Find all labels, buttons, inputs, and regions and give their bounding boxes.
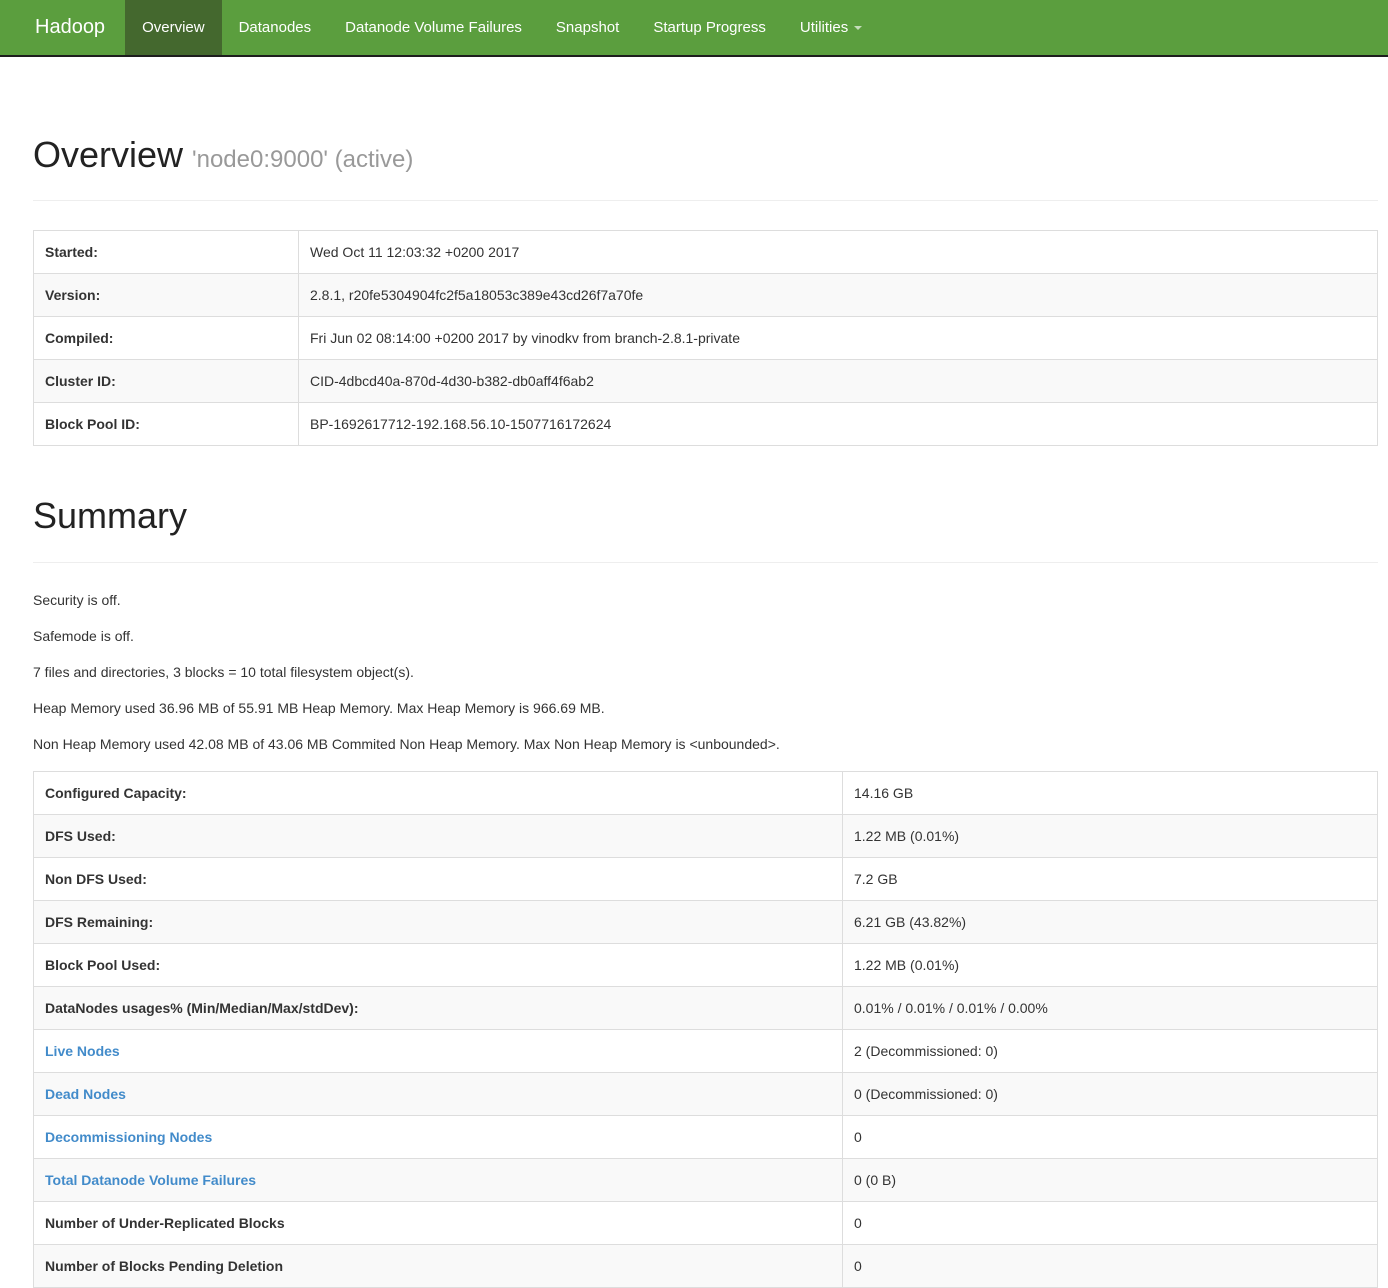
row-label-text: Number of Blocks Pending Deletion	[45, 1258, 283, 1274]
summary-paragraphs: Security is off. Safemode is off. 7 file…	[33, 591, 1378, 755]
nav-item[interactable]: Snapshot	[539, 0, 636, 55]
row-value: 6.21 GB (43.82%)	[843, 900, 1378, 943]
row-label: Decommissioning Nodes	[34, 1115, 843, 1158]
table-row: Version: 2.8.1, r20fe5304904fc2f5a18053c…	[34, 274, 1378, 317]
table-row: Number of Blocks Pending Deletion 0	[34, 1244, 1378, 1287]
row-label: DFS Used:	[34, 814, 843, 857]
summary-header: Summary	[33, 494, 1378, 563]
table-row: Dead Nodes 0 (Decommissioned: 0)	[34, 1072, 1378, 1115]
row-value: 0	[843, 1244, 1378, 1287]
row-value: 0 (0 B)	[843, 1158, 1378, 1201]
nav-item-label: Overview	[142, 19, 205, 36]
summary-paragraph: Heap Memory used 36.96 MB of 55.91 MB He…	[33, 699, 1378, 719]
table-row: DFS Remaining: 6.21 GB (43.82%)	[34, 900, 1378, 943]
table-row: Total Datanode Volume Failures 0 (0 B)	[34, 1158, 1378, 1201]
row-label: Non DFS Used:	[34, 857, 843, 900]
chevron-down-icon	[854, 26, 862, 30]
overview-table: Started: Wed Oct 11 12:03:32 +0200 2017 …	[33, 230, 1378, 446]
summary-link[interactable]: Decommissioning Nodes	[45, 1129, 212, 1145]
row-value: 0	[843, 1201, 1378, 1244]
row-label-text: DFS Used:	[45, 828, 116, 844]
row-label-text: DataNodes usages% (Min/Median/Max/stdDev…	[45, 1000, 359, 1016]
row-label: Compiled:	[34, 317, 299, 360]
row-value: Fri Jun 02 08:14:00 +0200 2017 by vinodk…	[299, 317, 1378, 360]
table-row: Decommissioning Nodes 0	[34, 1115, 1378, 1158]
summary-link[interactable]: Live Nodes	[45, 1043, 120, 1059]
summary-table: Configured Capacity: 14.16 GB DFS Used: …	[33, 771, 1378, 1288]
summary-paragraph: Security is off.	[33, 591, 1378, 611]
page-title-text: Overview	[33, 134, 183, 175]
row-label-text: Non DFS Used:	[45, 871, 147, 887]
table-row: Live Nodes 2 (Decommissioned: 0)	[34, 1029, 1378, 1072]
row-label: Started:	[34, 231, 299, 274]
page-title: Overview 'node0:9000' (active)	[33, 133, 1378, 182]
nav-item-label: Snapshot	[556, 19, 619, 36]
row-label: Version:	[34, 274, 299, 317]
nav-item-label: Utilities	[800, 19, 848, 36]
summary-title: Summary	[33, 494, 1378, 538]
nav-item[interactable]: Utilities	[783, 0, 879, 55]
row-label: Total Datanode Volume Failures	[34, 1158, 843, 1201]
main-content: Overview 'node0:9000' (active) Started: W…	[33, 133, 1378, 1288]
navbar: Hadoop Overview Datanodes Datanode Volum…	[0, 0, 1388, 57]
row-value: BP-1692617712-192.168.56.10-150771617262…	[299, 403, 1378, 446]
row-value: 1.22 MB (0.01%)	[843, 814, 1378, 857]
table-row: Block Pool Used: 1.22 MB (0.01%)	[34, 943, 1378, 986]
nav-item-label: Startup Progress	[653, 19, 766, 36]
row-label: Number of Blocks Pending Deletion	[34, 1244, 843, 1287]
row-value: 7.2 GB	[843, 857, 1378, 900]
brand-hadoop[interactable]: Hadoop	[20, 0, 120, 55]
row-value: 2.8.1, r20fe5304904fc2f5a18053c389e43cd2…	[299, 274, 1378, 317]
summary-paragraph: Non Heap Memory used 42.08 MB of 43.06 M…	[33, 735, 1378, 755]
summary-link[interactable]: Total Datanode Volume Failures	[45, 1172, 256, 1188]
row-value: 0	[843, 1115, 1378, 1158]
row-label: Dead Nodes	[34, 1072, 843, 1115]
row-value: Wed Oct 11 12:03:32 +0200 2017	[299, 231, 1378, 274]
row-label-text: Block Pool Used:	[45, 957, 160, 973]
row-value: 0.01% / 0.01% / 0.01% / 0.00%	[843, 986, 1378, 1029]
namenode-address: 'node0:9000' (active)	[192, 146, 413, 173]
row-label: DFS Remaining:	[34, 900, 843, 943]
row-label: Cluster ID:	[34, 360, 299, 403]
row-label: Live Nodes	[34, 1029, 843, 1072]
row-value: 2 (Decommissioned: 0)	[843, 1029, 1378, 1072]
table-row: DataNodes usages% (Min/Median/Max/stdDev…	[34, 986, 1378, 1029]
row-value: 1.22 MB (0.01%)	[843, 943, 1378, 986]
nav-item[interactable]: Datanodes	[222, 0, 329, 55]
row-label-text: DFS Remaining:	[45, 914, 153, 930]
row-label: Block Pool ID:	[34, 403, 299, 446]
row-label-text: Number of Under-Replicated Blocks	[45, 1215, 285, 1231]
table-row: Compiled: Fri Jun 02 08:14:00 +0200 2017…	[34, 317, 1378, 360]
table-row: Started: Wed Oct 11 12:03:32 +0200 2017	[34, 231, 1378, 274]
table-row: Number of Under-Replicated Blocks 0	[34, 1201, 1378, 1244]
nav-item-label: Datanode Volume Failures	[345, 19, 522, 36]
nav-item[interactable]: Overview	[125, 0, 222, 55]
table-row: DFS Used: 1.22 MB (0.01%)	[34, 814, 1378, 857]
row-label: Block Pool Used:	[34, 943, 843, 986]
summary-paragraph: 7 files and directories, 3 blocks = 10 t…	[33, 663, 1378, 683]
overview-header: Overview 'node0:9000' (active)	[33, 133, 1378, 201]
nav-item-label: Datanodes	[239, 19, 312, 36]
nav-tabs: Overview Datanodes Datanode Volume Failu…	[125, 0, 879, 55]
row-label: Number of Under-Replicated Blocks	[34, 1201, 843, 1244]
table-row: Configured Capacity: 14.16 GB	[34, 771, 1378, 814]
row-value: 0 (Decommissioned: 0)	[843, 1072, 1378, 1115]
row-label-text: Configured Capacity:	[45, 785, 187, 801]
row-value: CID-4dbcd40a-870d-4d30-b382-db0aff4f6ab2	[299, 360, 1378, 403]
nav-item[interactable]: Datanode Volume Failures	[328, 0, 539, 55]
summary-paragraph: Safemode is off.	[33, 627, 1378, 647]
row-value: 14.16 GB	[843, 771, 1378, 814]
row-label: Configured Capacity:	[34, 771, 843, 814]
summary-link[interactable]: Dead Nodes	[45, 1086, 126, 1102]
table-row: Cluster ID: CID-4dbcd40a-870d-4d30-b382-…	[34, 360, 1378, 403]
table-row: Non DFS Used: 7.2 GB	[34, 857, 1378, 900]
table-row: Block Pool ID: BP-1692617712-192.168.56.…	[34, 403, 1378, 446]
row-label: DataNodes usages% (Min/Median/Max/stdDev…	[34, 986, 843, 1029]
nav-item[interactable]: Startup Progress	[636, 0, 783, 55]
